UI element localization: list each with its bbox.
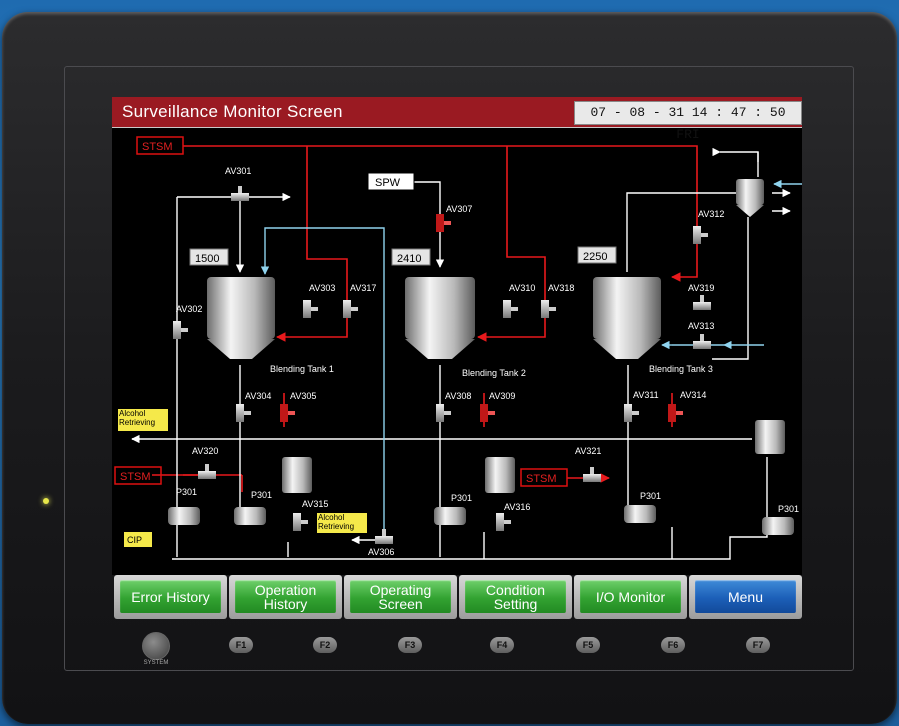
valve-label: AV314 <box>680 390 706 400</box>
stsm-tag: STSM <box>142 141 173 153</box>
tank-level-readout: 1500 <box>195 253 219 265</box>
valve-label: AV320 <box>192 446 218 456</box>
hmi-screen: Surveillance Monitor Screen 07 - 08 - 31… <box>112 97 802 575</box>
valve-label: AV309 <box>489 391 515 401</box>
valve-label: AV316 <box>504 502 530 512</box>
valve-label: AV318 <box>548 283 574 293</box>
system-label: SYSTEM <box>143 660 169 666</box>
valve-label: AV303 <box>309 283 335 293</box>
f1-key[interactable]: F1 <box>229 637 253 653</box>
valve-label: AV321 <box>575 446 601 456</box>
f7-key[interactable]: F7 <box>746 637 770 653</box>
small-tank <box>282 179 785 493</box>
valve-label: AV315 <box>302 499 328 509</box>
tank-level-readout: 2410 <box>397 253 421 265</box>
valve-label: AV305 <box>290 391 316 401</box>
f5-key[interactable]: F5 <box>576 637 600 653</box>
blending-tank-3 <box>593 277 661 359</box>
menu-button[interactable]: Menu <box>689 575 802 619</box>
valve-label: AV307 <box>446 204 472 214</box>
valve-label: AV319 <box>688 283 714 293</box>
valve-label: AV304 <box>245 391 271 401</box>
valve-label: AV310 <box>509 283 535 293</box>
valve-label: AV302 <box>176 304 202 314</box>
pump-label: P301 <box>451 493 472 503</box>
tank-level-readout: 2250 <box>583 251 607 263</box>
button-label: I/O Monitor <box>580 580 681 613</box>
f3-key[interactable]: F3 <box>398 637 422 653</box>
operating-screen-button[interactable]: Operating Screen <box>344 575 457 619</box>
tank-name: Blending Tank 2 <box>462 368 526 378</box>
button-label: Operation History <box>235 580 336 613</box>
valve-label: AV312 <box>698 209 724 219</box>
valve-label: AV306 <box>368 547 394 557</box>
pump-icons <box>168 505 794 535</box>
system-button[interactable] <box>142 632 170 660</box>
pump-label: P301 <box>176 487 197 497</box>
blending-tank-1 <box>207 277 275 359</box>
f4-key[interactable]: F4 <box>490 637 514 653</box>
process-diagram: STSM SPW STSM STSM CIP Alcohol Retrievin… <box>114 136 802 560</box>
pump-label: P301 <box>251 490 272 500</box>
pump-label: P301 <box>640 491 661 501</box>
operation-history-button[interactable]: Operation History <box>229 575 342 619</box>
f6-key[interactable]: F6 <box>661 637 685 653</box>
button-label: Error History <box>120 580 221 613</box>
button-label: Menu <box>695 580 796 613</box>
valve-label: AV313 <box>688 321 714 331</box>
valve-label: AV308 <box>445 391 471 401</box>
f2-key[interactable]: F2 <box>313 637 337 653</box>
blending-tank-2 <box>405 277 475 359</box>
io-monitor-button[interactable]: I/O Monitor <box>574 575 687 619</box>
condition-setting-button[interactable]: Condition Setting <box>459 575 572 619</box>
stsm-tag: STSM <box>120 471 151 483</box>
stsm-tag: STSM <box>526 473 557 485</box>
power-led <box>43 498 49 504</box>
valve-label: AV317 <box>350 283 376 293</box>
alcohol-retrieving-tag: Alcohol Retrieving <box>318 513 355 531</box>
valve-label: AV301 <box>225 166 251 176</box>
pump-label: P301 <box>778 504 799 514</box>
tank-name: Blending Tank 3 <box>649 364 713 374</box>
button-label: Operating Screen <box>350 580 451 613</box>
cip-tag: CIP <box>127 535 142 545</box>
valve-label: AV311 <box>633 390 659 400</box>
spw-tag: SPW <box>375 177 401 189</box>
alcohol-retrieving-tag: Alcohol Retrieving <box>119 409 156 427</box>
button-label: Condition Setting <box>465 580 566 613</box>
tank-name: Blending Tank 1 <box>270 364 334 374</box>
error-history-button[interactable]: Error History <box>114 575 227 619</box>
